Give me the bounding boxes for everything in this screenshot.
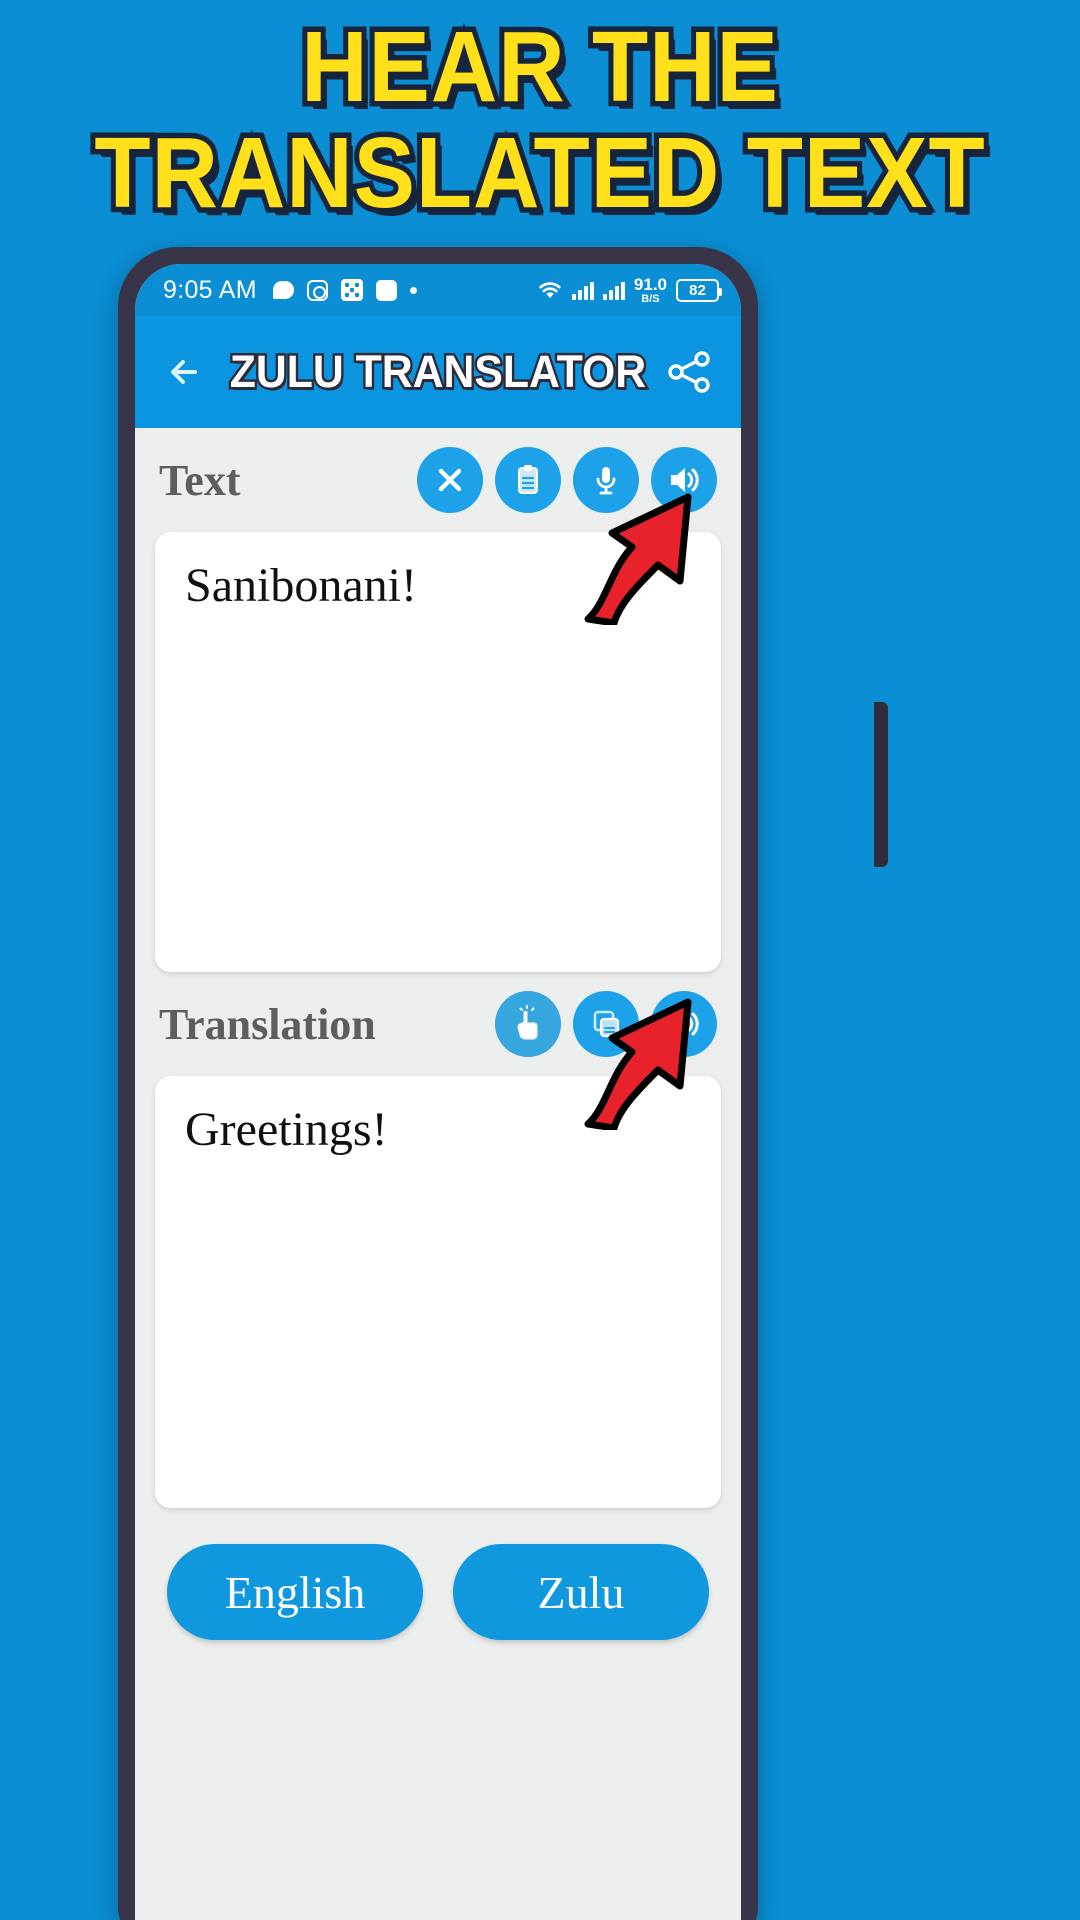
target-language-button[interactable]: Zulu [453,1544,709,1640]
phone-mockup: 9:05 AM 91.0 B/S 82 ZULU TRANSLATOR Text… [118,247,888,1920]
speaker-icon [671,1012,699,1036]
source-text-value: Sanibonani! [185,559,417,612]
signal-bars-icon-1 [571,281,594,300]
dice-icon [340,279,363,301]
microphone-icon [596,467,616,495]
mic-button[interactable] [573,447,639,513]
back-arrow-icon[interactable] [161,346,213,398]
phone-screen: 9:05 AM 91.0 B/S 82 ZULU TRANSLATOR Text… [135,264,741,1920]
instagram-icon [306,279,328,301]
network-speed-indicator: 91.0 B/S [634,276,667,305]
speak-translation-button[interactable] [651,991,717,1057]
speaker-icon [671,468,699,492]
promo-headline-line2: Translated Text [89,115,989,232]
page-title: Zulu Translator [227,344,648,400]
status-bar: 9:05 AM 91.0 B/S 82 [135,264,741,316]
chat-bubble-icon [272,281,294,299]
close-x-icon [438,468,462,492]
source-actions [417,447,717,513]
app-bar: Zulu Translator [135,316,741,428]
translation-text-area[interactable]: Greetings! [155,1076,721,1508]
signal-bars-icon-2 [602,281,625,300]
network-speed-value: 91.0 [633,274,667,294]
wifi-icon [537,280,563,300]
clipboard-icon [518,465,538,494]
share-icon[interactable] [663,346,715,398]
promo-headline: Hear the Translated Text [0,9,1080,232]
status-notification-icons [272,279,537,301]
network-speed-unit: B/S [641,292,660,305]
copy-button[interactable] [573,991,639,1057]
battery-icon: 82 [676,278,722,302]
status-right-icons: 91.0 B/S 82 [537,276,722,305]
source-text-area[interactable]: Sanibonani! [155,532,721,972]
translator-content: Text Sanibonani! Translation Greetings! … [135,428,741,1920]
language-selector-row: English Zulu [155,1508,721,1640]
speak-source-button[interactable] [651,447,717,513]
battery-level-label: 82 [689,281,706,299]
status-time: 9:05 AM [163,275,257,304]
target-label: Translation [159,999,376,1049]
tap-button[interactable] [495,991,561,1057]
phone-side-button-right [874,702,888,867]
source-language-button[interactable]: English [167,1544,423,1640]
translation-text-value: Greetings! [185,1103,388,1156]
source-label: Text [159,455,241,505]
target-actions [495,991,717,1057]
source-section-header: Text [155,428,721,532]
promo-headline-line1: Hear the [296,9,783,126]
paste-button[interactable] [495,447,561,513]
dot-icon [409,286,417,294]
clear-button[interactable] [417,447,483,513]
copy-icon [593,1010,620,1038]
thumbs-up-tap-icon [517,1005,538,1040]
target-section-header: Translation [155,972,721,1076]
rounded-square-icon [375,279,397,301]
